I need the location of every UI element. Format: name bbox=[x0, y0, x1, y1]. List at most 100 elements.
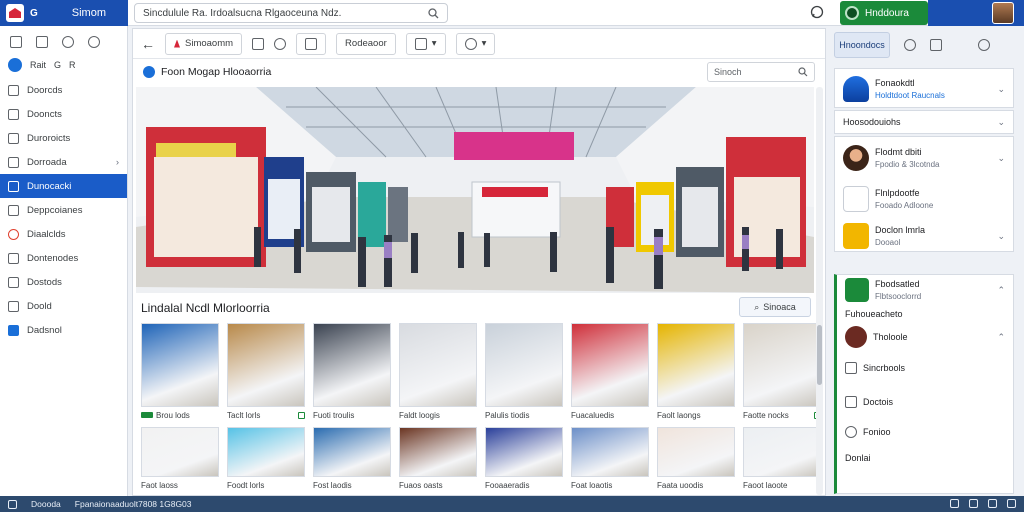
gallery-thumbnail[interactable]: Fuoti troulis bbox=[313, 323, 391, 421]
search-icon[interactable] bbox=[428, 8, 439, 19]
thumbnail-caption-row: Fuaos oasts bbox=[399, 477, 477, 491]
right-item-8-row: Tholoole ⌃ bbox=[837, 323, 1013, 351]
thumbnail-caption-row: Brou lods bbox=[141, 407, 219, 421]
help-icon[interactable] bbox=[62, 36, 74, 48]
right-item-1[interactable]: Fonaokdtl Holdtdoot Raucnals ⌄ bbox=[834, 68, 1014, 108]
sidebar-item-11[interactable]: Dadsnol bbox=[0, 318, 127, 342]
right-item-11-row[interactable]: Fonioo bbox=[837, 419, 1013, 445]
gallery-thumbnail[interactable]: Faata uoodis bbox=[657, 427, 735, 491]
back-arrow-icon[interactable]: ← bbox=[141, 36, 155, 52]
list-icon bbox=[8, 132, 19, 144]
right-item-12-row[interactable]: Donlai bbox=[837, 445, 1013, 471]
quick-label-3[interactable]: R bbox=[69, 60, 76, 70]
user-avatar[interactable] bbox=[992, 2, 1014, 24]
scrollbar[interactable] bbox=[816, 87, 823, 495]
status-text: Fpanaionaaduolt7808 1G8G03 bbox=[74, 499, 192, 509]
gallery-thumbnail[interactable]: Faot laoss bbox=[141, 427, 219, 491]
tab-reader[interactable]: Rodeaoor bbox=[336, 32, 396, 55]
chevron-down-icon[interactable]: ⌄ bbox=[997, 231, 1005, 242]
thumbnail-caption: Brou lods bbox=[156, 410, 190, 420]
quick-label-1[interactable]: Rait bbox=[30, 60, 46, 70]
settings-icon[interactable] bbox=[988, 499, 997, 508]
sidebar-item-9[interactable]: Dostods bbox=[0, 270, 127, 294]
folder-icon bbox=[8, 156, 19, 168]
sidebar-item-10[interactable]: Doold bbox=[0, 294, 127, 318]
sidebar-item-3[interactable]: Duroroicts bbox=[0, 126, 127, 150]
sidebar-item-2[interactable]: Dooncts bbox=[0, 102, 127, 126]
layout-icon[interactable] bbox=[1007, 499, 1016, 508]
chat-icon[interactable] bbox=[810, 5, 824, 19]
search-icon[interactable] bbox=[88, 36, 100, 48]
gear-icon bbox=[464, 37, 477, 50]
brand[interactable]: G Simom bbox=[0, 0, 128, 26]
gallery-thumbnail[interactable]: Foat loaotis bbox=[571, 427, 649, 491]
gallery-thumbnail[interactable]: Fuacaluedis bbox=[571, 323, 649, 421]
tile-icon[interactable] bbox=[969, 499, 978, 508]
gallery-thumbnail[interactable]: Faoot laoote bbox=[743, 427, 821, 491]
settings-dropdown[interactable]: ▾ bbox=[455, 32, 496, 55]
gallery-thumbnail[interactable]: Faldt loogis bbox=[399, 323, 477, 421]
right-item-11-title: Fonioo bbox=[863, 427, 891, 437]
thumbnail-caption-row: Faoot laoote bbox=[743, 477, 821, 491]
gallery-thumbnail[interactable]: Fost laodis bbox=[313, 427, 391, 491]
chevron-up-icon[interactable]: ⌃ bbox=[997, 285, 1005, 296]
gallery-thumbnail[interactable]: Fuaos oasts bbox=[399, 427, 477, 491]
home-icon[interactable] bbox=[10, 36, 22, 48]
right-item-10-row[interactable]: Doctois bbox=[837, 385, 1013, 419]
gallery-thumbnail[interactable]: Palulis tiodis bbox=[485, 323, 563, 421]
thumbnail-caption: Faldt loogis bbox=[399, 410, 440, 420]
edit-icon[interactable] bbox=[252, 37, 265, 50]
gallery-thumbnail[interactable]: Brou lods bbox=[141, 323, 219, 421]
profile-button[interactable]: Hnddoura bbox=[840, 1, 928, 25]
chevron-up-icon[interactable]: ⌃ bbox=[997, 332, 1005, 343]
gallery-thumbnail[interactable]: Faolt laongs bbox=[657, 323, 735, 421]
document-icon bbox=[8, 108, 19, 120]
right-item-2[interactable]: Hoosodouiohs ⌄ bbox=[834, 110, 1014, 134]
link-icon[interactable] bbox=[274, 37, 287, 50]
sidebar-item-1[interactable]: Doorcds bbox=[0, 78, 127, 102]
sidebar-item-7[interactable]: Diaalclds bbox=[0, 222, 127, 246]
gallery-thumbnail[interactable]: Fooaaeradis bbox=[485, 427, 563, 491]
edit-icon[interactable] bbox=[930, 39, 942, 51]
window-icon[interactable] bbox=[950, 499, 959, 508]
chevron-down-icon[interactable]: ⌄ bbox=[997, 117, 1005, 128]
checkbox-icon[interactable] bbox=[298, 411, 305, 419]
sidebar-item-5[interactable]: Dunocacki bbox=[0, 174, 127, 198]
page-search-input[interactable]: Sinoch bbox=[707, 62, 815, 82]
quick-label-2[interactable]: G bbox=[54, 60, 61, 70]
gallery-title: Lindalal Ncdl Mlorloorria bbox=[141, 301, 270, 315]
page-header: Foon Mogap Hlooaorria Sinoch bbox=[133, 59, 825, 85]
bookmark-icon[interactable] bbox=[36, 36, 48, 48]
calendar-button[interactable] bbox=[296, 32, 327, 55]
brand-short: G bbox=[30, 7, 38, 19]
gallery-thumbnail[interactable]: Faotte nocks bbox=[743, 323, 821, 421]
clock-icon[interactable] bbox=[978, 39, 990, 51]
address-bar[interactable]: Sincdulule Ra. Irdoalsucna Rlgaoceuna Nd… bbox=[134, 3, 448, 23]
gallery-search-button[interactable]: ⌕ Sinoaca bbox=[739, 297, 811, 317]
doc-dropdown[interactable]: ▾ bbox=[405, 32, 446, 55]
scroll-thumb[interactable] bbox=[817, 325, 822, 385]
chevron-down-icon[interactable]: ⌄ bbox=[997, 153, 1005, 164]
sidebar-item-8[interactable]: Dontenodes bbox=[0, 246, 127, 270]
thumbnail-caption: Taclt lorls bbox=[227, 410, 261, 420]
gallery-thumbnail[interactable]: Foodt lorls bbox=[227, 427, 305, 491]
status-icons bbox=[950, 499, 1016, 508]
thumbnail-image bbox=[227, 427, 305, 477]
thumbnail-image bbox=[571, 427, 649, 477]
chevron-down-icon[interactable]: ⌄ bbox=[997, 84, 1005, 95]
search-icon[interactable] bbox=[904, 39, 916, 51]
right-item-3[interactable]: Flodmt dbiti Fpodio & 3lcotnda ⌄ Flnlpdo… bbox=[834, 136, 1014, 252]
right-item-9-row[interactable]: Sincrbools bbox=[837, 351, 1013, 385]
sidebar-item-4[interactable]: Dorroada › bbox=[0, 150, 127, 174]
sidebar-item-6[interactable]: Deppcoianes bbox=[0, 198, 127, 222]
sidebar-item-label: Dadsnol bbox=[27, 324, 62, 336]
tab-active[interactable]: Hnoondocs bbox=[834, 32, 890, 58]
tab-store[interactable]: Simoaomm bbox=[165, 32, 243, 55]
main-content: ← Simoaomm Rodeaoor ▾ ▾ Foon Mogap Hlooa… bbox=[132, 28, 826, 496]
right-item-6-title: Fbodsatled bbox=[875, 279, 920, 289]
right-item-6[interactable]: Fbodsatled Flbtsooclorrd ⌃ Fuhoueacheto … bbox=[834, 274, 1014, 494]
tab-store-label: Simoaomm bbox=[185, 38, 234, 49]
sidebar-quick-row: Rait G R bbox=[0, 54, 127, 78]
gallery-thumbnail[interactable]: Taclt lorls bbox=[227, 323, 305, 421]
top-bar: G Simom Sincdulule Ra. Irdoalsucna Rlgao… bbox=[0, 0, 1024, 26]
